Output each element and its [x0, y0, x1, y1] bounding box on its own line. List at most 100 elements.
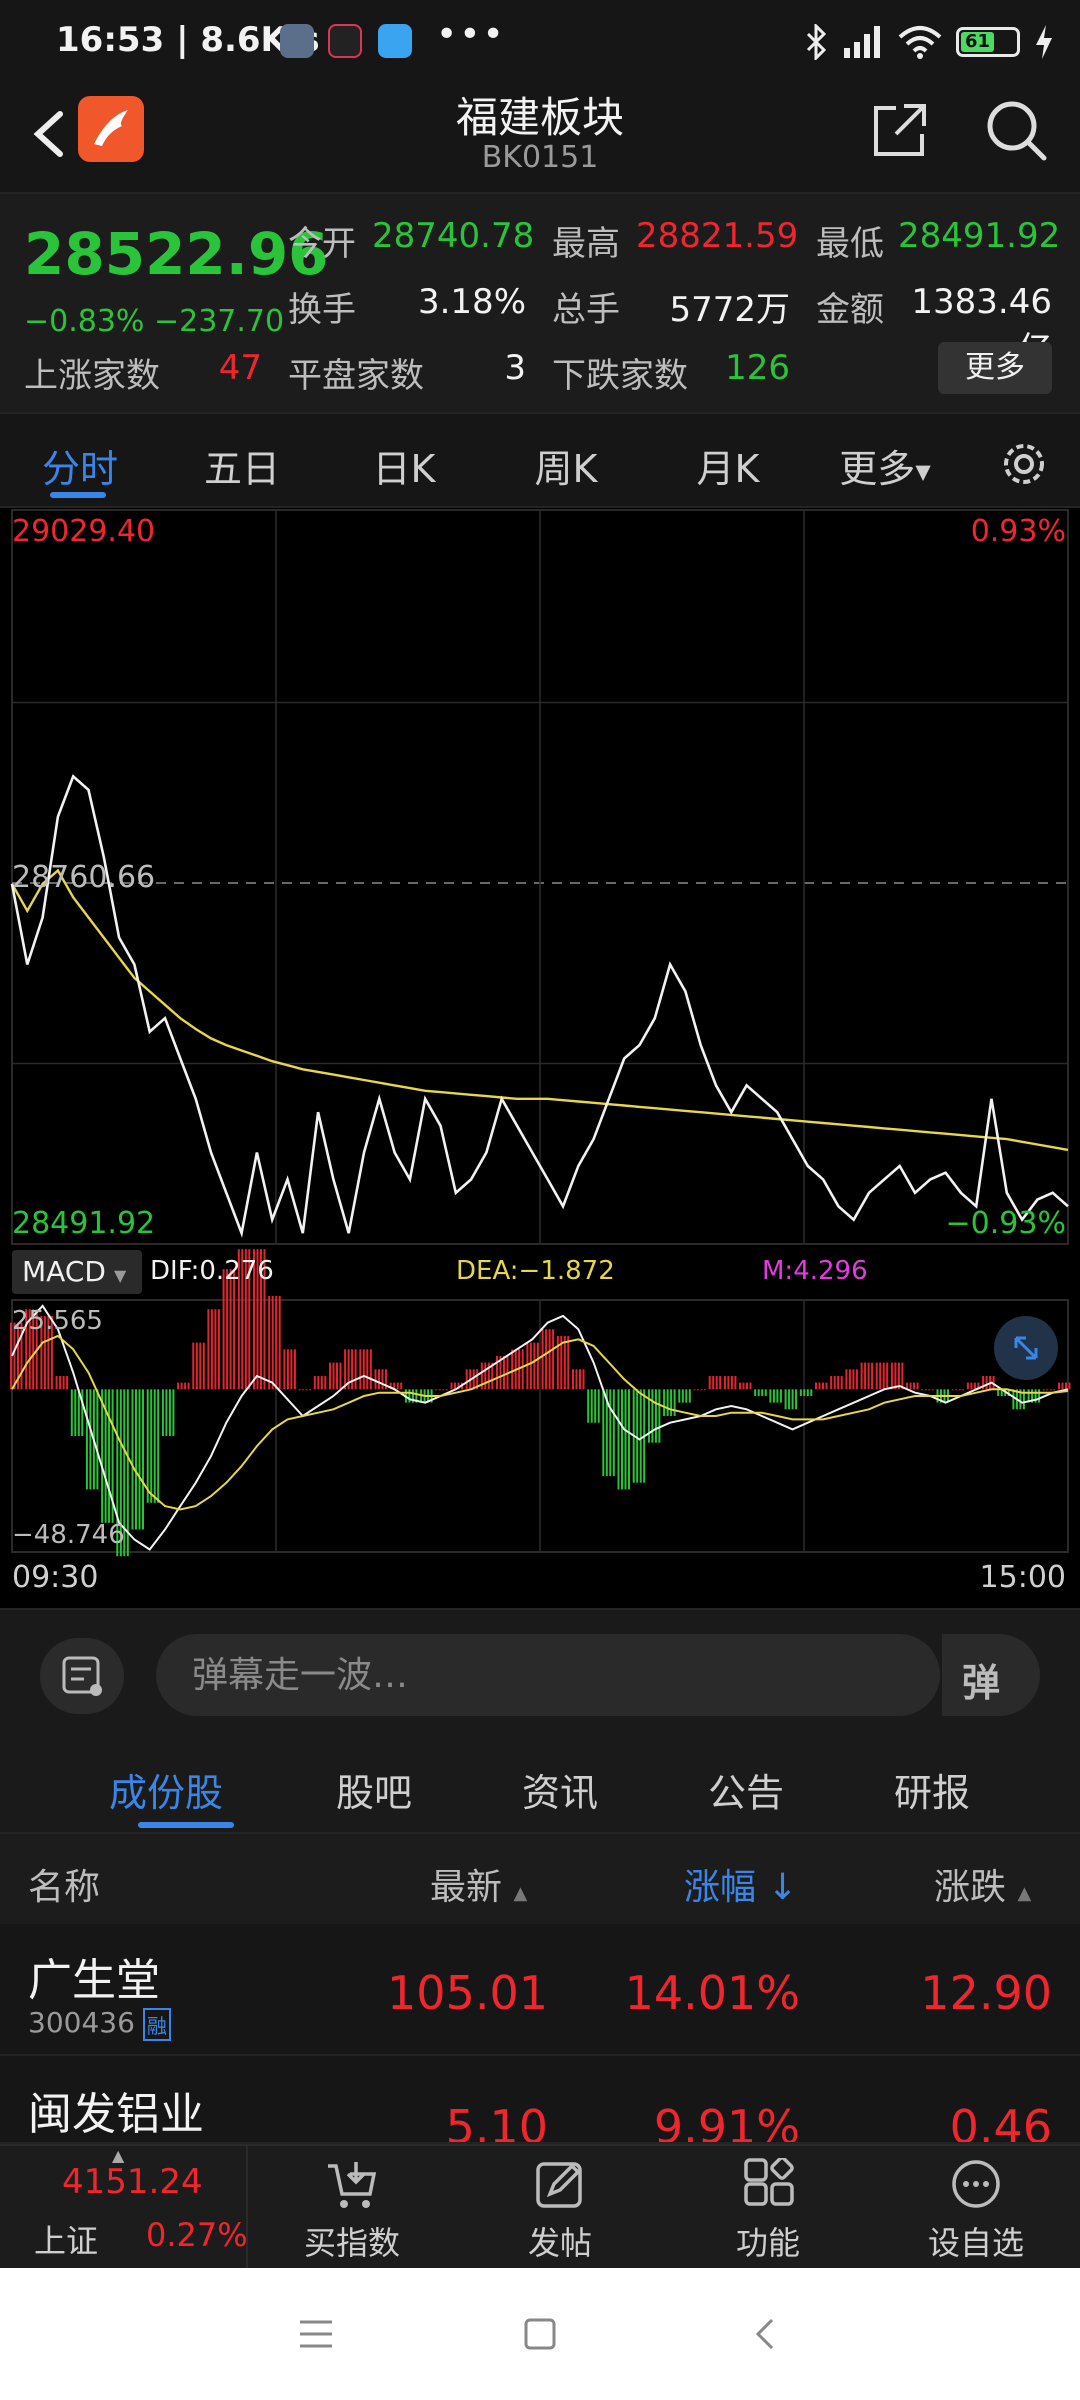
- macd-bar: [1012, 1389, 1015, 1410]
- macd-bar: [199, 1342, 202, 1390]
- tab-announcements[interactable]: 公告: [666, 1762, 826, 1817]
- macd-bar: [165, 1389, 168, 1436]
- macd-bar: [309, 1389, 312, 1391]
- indicator-selector[interactable]: MACD ▼: [12, 1250, 142, 1294]
- tab-news[interactable]: 资讯: [480, 1762, 640, 1817]
- macd-bar: [749, 1382, 752, 1390]
- index-ticker[interactable]: ▲ 4151.24 上证 0.27%: [0, 2146, 248, 2270]
- macd-bar: [678, 1389, 681, 1403]
- macd-bar: [822, 1382, 824, 1390]
- add-watchlist-button[interactable]: 设自选: [876, 2146, 1076, 2270]
- add-watchlist-label: 设自选: [927, 2224, 1024, 2262]
- header-latest-label: 最新: [430, 1867, 503, 1908]
- macd-bar: [339, 1362, 342, 1390]
- header-latest[interactable]: 最新 ▲: [430, 1858, 527, 1910]
- macd-bar: [833, 1376, 836, 1390]
- macd-bar: [924, 1389, 927, 1391]
- macd-bar: [779, 1389, 782, 1403]
- macd-bar: [396, 1382, 399, 1390]
- change-amount: −237.70: [154, 304, 285, 339]
- danmu-list-glyph-icon: [62, 1656, 102, 1696]
- share-icon[interactable]: [870, 100, 930, 160]
- macd-bar: [928, 1389, 931, 1391]
- macd-bar: [563, 1335, 566, 1390]
- quote-more-button[interactable]: 更多: [938, 342, 1052, 394]
- low-label: 最低: [816, 224, 884, 264]
- menu-icon[interactable]: [298, 2316, 334, 2352]
- pct-axis-top-label: 0.93%: [970, 514, 1066, 549]
- table-row[interactable]: 闽发铝业 002578 5.10 9.91% 0.46: [0, 2058, 1080, 2144]
- home-icon[interactable]: [522, 2316, 558, 2352]
- macd-bar: [293, 1349, 296, 1390]
- header-change-pct[interactable]: 涨幅 ↓: [684, 1858, 798, 1910]
- macd-bar: [624, 1389, 627, 1490]
- tab-more[interactable]: 更多▼: [830, 438, 940, 493]
- danmu-input[interactable]: [156, 1634, 940, 1716]
- buy-index-button[interactable]: 买指数: [252, 2146, 452, 2270]
- danmu-bar: 弹: [0, 1608, 1080, 1738]
- chart-area[interactable]: 29029.40 0.93% 28760.66 28491.92 −0.93% …: [0, 508, 1080, 1608]
- macd-bar: [101, 1389, 104, 1523]
- post-button[interactable]: 发帖: [460, 2146, 660, 2270]
- macd-bar: [970, 1382, 973, 1390]
- macd-bar: [688, 1389, 691, 1403]
- pct-axis-bottom-label: −0.93%: [945, 1206, 1066, 1241]
- macd-bar: [754, 1389, 757, 1396]
- danmu-toggle-button[interactable]: 弹: [940, 1634, 1040, 1716]
- macd-bar: [1061, 1382, 1064, 1390]
- header-name: 名称: [28, 1867, 101, 1908]
- macd-top-label: 25.565: [12, 1306, 103, 1336]
- macd-bar: [890, 1362, 893, 1390]
- tab-intraday[interactable]: 分时: [20, 438, 140, 493]
- macd-bottom-label: −48.746: [12, 1520, 125, 1550]
- tab-monthly-k[interactable]: 月K: [668, 438, 788, 493]
- down-count-label: 下跌家数: [552, 356, 688, 396]
- tab-constituents[interactable]: 成份股: [86, 1762, 246, 1817]
- index-name: 上证: [34, 2222, 99, 2260]
- tab-five-day[interactable]: 五日: [182, 438, 302, 493]
- macd-bar: [815, 1382, 817, 1390]
- table-row[interactable]: 广生堂 300436 融 105.01 14.01% 12.90: [0, 1924, 1080, 2056]
- post-label: 发帖: [527, 2224, 592, 2262]
- macd-bar: [681, 1389, 684, 1403]
- macd-bar: [351, 1349, 354, 1390]
- stock-change-pct: 9.91%: [653, 2100, 800, 2144]
- header-change[interactable]: 涨跌 ▲: [934, 1858, 1031, 1910]
- open-value: 28740.78: [372, 216, 535, 256]
- gear-icon[interactable]: [996, 436, 1052, 492]
- macd-bar: [639, 1389, 642, 1483]
- wifi-icon: [898, 26, 942, 59]
- macd-bar: [324, 1376, 327, 1390]
- macd-bar: [587, 1389, 590, 1423]
- macd-bar: [719, 1376, 722, 1390]
- macd-bar: [734, 1376, 737, 1390]
- stock-name: 闽发铝业: [28, 2089, 204, 2140]
- bluetooth-icon: [806, 24, 827, 60]
- macd-bar: [712, 1376, 715, 1390]
- features-button[interactable]: 功能: [668, 2146, 868, 2270]
- tab-daily-k[interactable]: 日K: [344, 438, 464, 493]
- tab-research[interactable]: 研报: [852, 1762, 1012, 1817]
- expand-icon[interactable]: [994, 1316, 1058, 1380]
- macd-bar: [962, 1389, 965, 1391]
- macd-bar: [803, 1389, 806, 1396]
- macd-bar: [435, 1389, 438, 1391]
- danmu-list-icon[interactable]: [40, 1638, 124, 1714]
- macd-bar: [374, 1369, 377, 1390]
- macd-bar: [472, 1369, 475, 1390]
- macd-bar: [916, 1382, 919, 1390]
- buy-index-label: 买指数: [303, 2224, 400, 2262]
- more-dots-icon: [952, 2160, 1000, 2208]
- macd-bar: [344, 1349, 347, 1390]
- macd-bar: [772, 1389, 775, 1403]
- tab-weekly-k[interactable]: 周K: [506, 438, 626, 493]
- macd-bar: [408, 1389, 411, 1403]
- macd-bar: [214, 1309, 217, 1390]
- macd-bar: [825, 1382, 828, 1390]
- macd-bar: [746, 1382, 748, 1390]
- back-icon[interactable]: [748, 2316, 784, 2352]
- tab-forum[interactable]: 股吧: [294, 1762, 454, 1817]
- cart-icon: [328, 2162, 377, 2208]
- flat-count-label: 平盘家数: [288, 356, 424, 396]
- search-icon[interactable]: [984, 98, 1048, 162]
